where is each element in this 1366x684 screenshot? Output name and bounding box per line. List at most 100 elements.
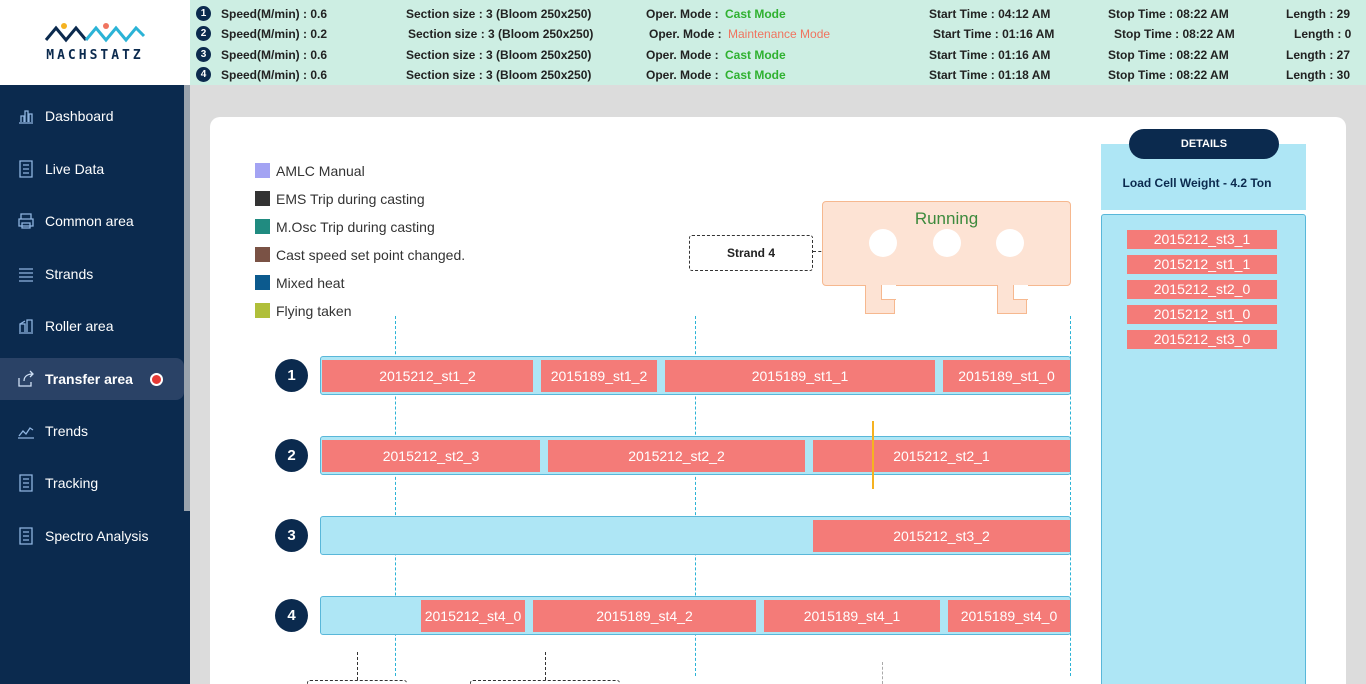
sidebar-item-spectro-analysis[interactable]: Spectro Analysis: [0, 515, 184, 557]
start-time-text: Start Time : 01:16 AM: [933, 27, 1055, 41]
billet-segment[interactable]: 2015189_st4_0: [948, 600, 1070, 632]
details-list-item[interactable]: 2015212_st1_0: [1127, 305, 1277, 324]
speed-text: Speed(M/min) : 0.6: [221, 7, 328, 21]
transfer-machine[interactable]: Running: [822, 201, 1071, 315]
menu-lines-icon: [19, 268, 33, 282]
section-size-text: Section size : 3 (Bloom 250x250): [406, 7, 592, 21]
legend-label: Mixed heat: [276, 275, 345, 291]
position-marker: [872, 421, 874, 489]
legend-swatch: [255, 247, 270, 262]
length-text: Length : 30: [1286, 68, 1351, 82]
sidebar-item-label: Dashboard: [45, 108, 114, 124]
sidebar-item-strands[interactable]: Strands: [0, 253, 184, 295]
billet-segment[interactable]: 2015212_st3_2: [813, 520, 1070, 552]
length-text: Length : 0: [1294, 27, 1352, 41]
sidebar-item-label: Tracking: [45, 475, 99, 491]
sidebar-item-label: Trends: [45, 423, 89, 439]
strand-number-badge: 3: [275, 519, 308, 552]
billet-segment[interactable]: 2015189_st4_2: [533, 600, 756, 632]
stop-time-text: Stop Time : 08:22 AM: [1108, 48, 1229, 62]
status-row: 4 Speed(M/min) : 0.6 Section size : 3 (B…: [190, 64, 1366, 84]
legend-item: EMS Trip during casting: [255, 190, 515, 208]
sidebar-item-label: Common area: [45, 213, 134, 229]
strand-number-badge: 4: [196, 67, 211, 82]
sidebar-item-live-data[interactable]: Live Data: [0, 148, 184, 190]
sidebar-item-trends[interactable]: Trends: [0, 410, 184, 452]
status-row: 1 Speed(M/min) : 0.6 Section size : 3 (B…: [190, 3, 1366, 23]
billet-segment[interactable]: 2015212_st2_1: [813, 440, 1070, 472]
connector-line: [357, 652, 358, 680]
billet-segment[interactable]: 2015212_st2_3: [322, 440, 540, 472]
details-list-item[interactable]: 2015212_st3_0: [1127, 330, 1277, 349]
billet-segment[interactable]: 2015212_st2_2: [548, 440, 805, 472]
legend-label: EMS Trip during casting: [276, 191, 425, 207]
status-row: 3 Speed(M/min) : 0.6 Section size : 3 (B…: [190, 44, 1366, 64]
roller-icon: [19, 319, 33, 334]
details-title[interactable]: DETAILS: [1129, 129, 1279, 159]
logo-text: MACHSTATZ: [46, 48, 144, 63]
stop-time-text: Stop Time : 08:22 AM: [1108, 7, 1229, 21]
legend-swatch: [255, 303, 270, 318]
document-icon: [19, 527, 33, 545]
strand-track: 2015212_st4_0 2015189_st4_2 2015189_st4_…: [320, 596, 1071, 635]
strand-number-badge: 1: [275, 359, 308, 392]
oper-mode-label: Oper. Mode :: [646, 7, 719, 21]
guide-line: [882, 662, 883, 684]
sidebar-scrollbar[interactable]: [184, 85, 190, 511]
sidebar-item-roller-area[interactable]: Roller area: [0, 305, 184, 347]
oper-mode-label: Oper. Mode :: [646, 68, 719, 82]
start-time-text: Start Time : 01:18 AM: [929, 68, 1051, 82]
oper-mode-label: Oper. Mode :: [649, 27, 722, 41]
machine-roller: [933, 229, 961, 257]
bar-chart-icon: [19, 110, 33, 124]
strand-number-badge: 3: [196, 47, 211, 62]
details-list-item[interactable]: 2015212_st2_0: [1127, 280, 1277, 299]
sidebar-item-dashboard[interactable]: Dashboard: [0, 95, 184, 137]
billet-segment[interactable]: 2015189_st4_1: [764, 600, 940, 632]
speed-text: Speed(M/min) : 0.6: [221, 68, 328, 82]
sidebar-item-label: Strands: [45, 266, 94, 282]
printer-icon: [18, 213, 34, 229]
sidebar-item-transfer-area[interactable]: Transfer area: [0, 358, 184, 400]
machine-leg: [865, 285, 896, 314]
section-size-text: Section size : 3 (Bloom 250x250): [406, 68, 592, 82]
billet-segment[interactable]: 2015189_st1_2: [541, 360, 657, 392]
strand-label-box: Strand 4: [689, 235, 813, 271]
share-icon: [18, 370, 34, 387]
load-cell-weight: Load Cell Weight - 4.2 Ton: [1122, 176, 1272, 190]
app-root: MACHSTATZ Dashboard Live Data Common are…: [0, 0, 1366, 684]
sidebar-item-common-area[interactable]: Common area: [0, 200, 184, 242]
section-size-text: Section size : 3 (Bloom 250x250): [408, 27, 594, 41]
section-size-text: Section size : 3 (Bloom 250x250): [406, 48, 592, 62]
legend-swatch: [255, 191, 270, 206]
legend-item: AMLC Manual: [255, 162, 515, 180]
sidebar-item-tracking[interactable]: Tracking: [0, 462, 184, 504]
strand-track: 2015212_st2_3 2015212_st2_2 2015212_st2_…: [320, 436, 1071, 475]
legend-item: Cast speed set point changed.: [255, 246, 515, 264]
billet-segment[interactable]: 2015189_st1_1: [665, 360, 935, 392]
speed-text: Speed(M/min) : 0.2: [221, 27, 328, 41]
length-text: Length : 29: [1286, 7, 1351, 21]
billet-segment[interactable]: 2015212_st1_2: [322, 360, 533, 392]
strand-track: 2015212_st1_2 2015189_st1_2 2015189_st1_…: [320, 356, 1071, 395]
billet-segment[interactable]: 2015212_st4_0: [421, 600, 525, 632]
machine-roller: [869, 229, 897, 257]
connector-line: [545, 652, 546, 680]
machine-roller: [996, 229, 1024, 257]
details-list-item[interactable]: 2015212_st3_1: [1127, 230, 1277, 249]
start-time-text: Start Time : 04:12 AM: [929, 7, 1051, 21]
bottom-label-box: [307, 680, 407, 684]
speed-text: Speed(M/min) : 0.6: [221, 48, 328, 62]
legend-swatch: [255, 163, 270, 178]
details-list-item[interactable]: 2015212_st1_1: [1127, 255, 1277, 274]
oper-mode-value: Maintenance Mode: [728, 27, 831, 41]
billet-segment[interactable]: 2015189_st1_0: [943, 360, 1070, 392]
legend-swatch: [255, 275, 270, 290]
logo[interactable]: MACHSTATZ: [0, 0, 190, 85]
stop-time-text: Stop Time : 08:22 AM: [1114, 27, 1235, 41]
legend-label: M.Osc Trip during casting: [276, 219, 435, 235]
sidebar-item-label: Live Data: [45, 161, 105, 177]
bottom-label-box: [470, 680, 620, 684]
logo-wave-icon: [44, 23, 146, 43]
legend-item: M.Osc Trip during casting: [255, 218, 515, 236]
